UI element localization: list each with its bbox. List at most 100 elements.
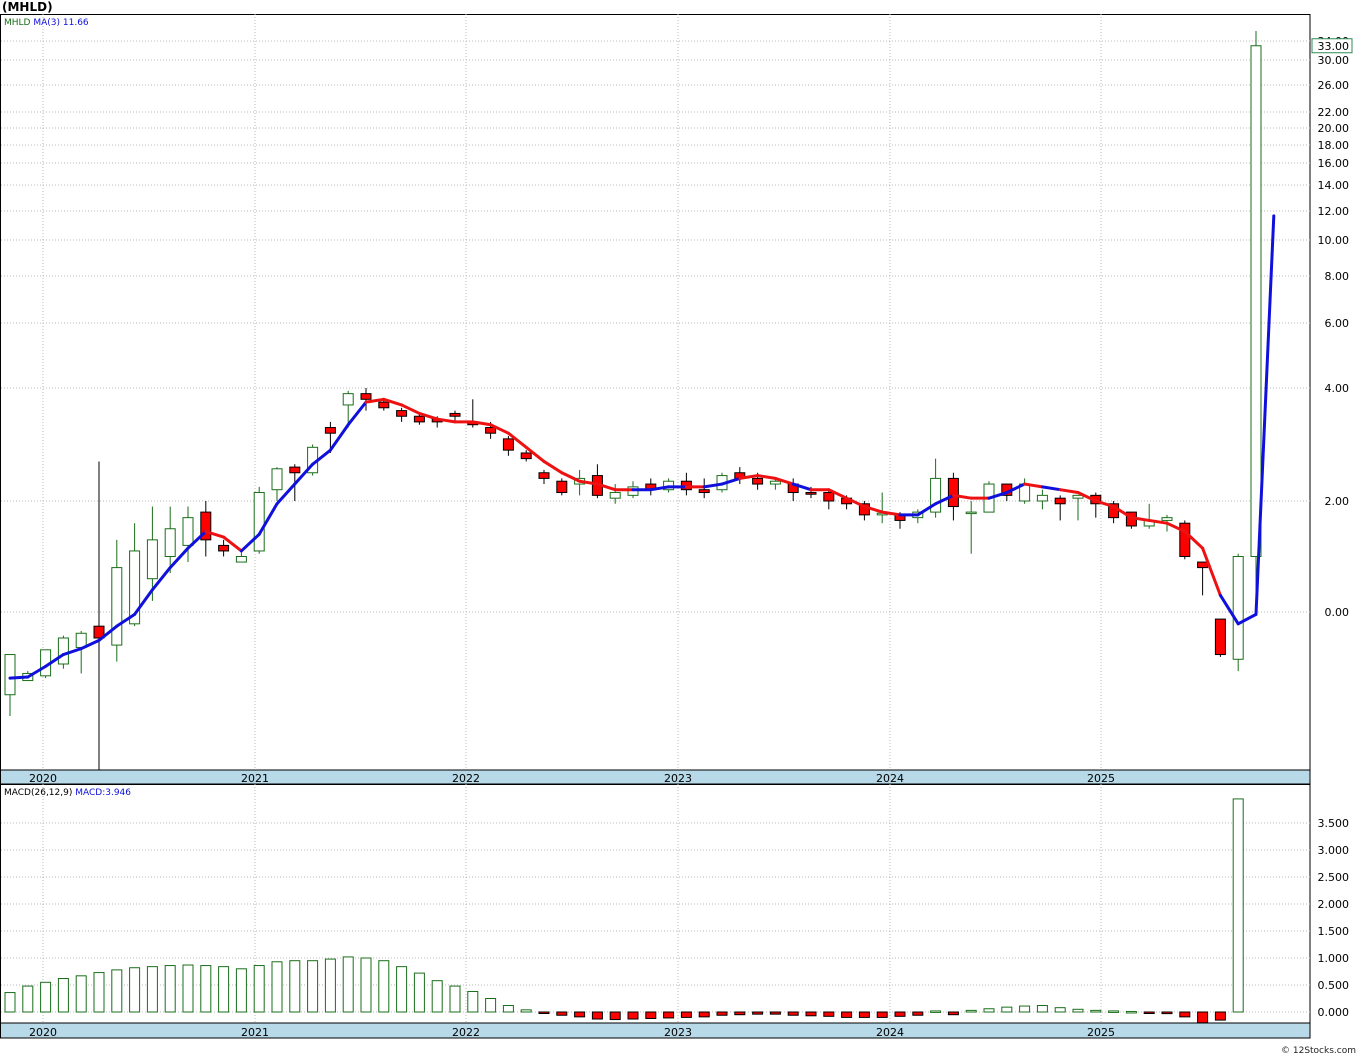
macd-bar: [218, 966, 230, 1013]
macd-bar: [1179, 1011, 1191, 1018]
macd-tick-label: 3.500: [1318, 817, 1350, 830]
macd-bar: [947, 1011, 959, 1016]
macd-bar: [591, 1011, 603, 1020]
macd-bar: [538, 1011, 550, 1014]
macd-bar: [823, 1011, 835, 1017]
candle-body: [396, 410, 408, 417]
macd-bar: [1072, 1008, 1084, 1013]
candle-body: [609, 492, 621, 499]
macd-bar: [716, 1011, 728, 1016]
macd-panel: 3.500 3.000 2.500 2.000 1.500 1.000 0.500 0.000…: [0, 784, 1350, 1039]
ma-segment: [8, 675, 30, 680]
candle-body: [57, 637, 69, 665]
price-tick-label: 4.00: [1325, 382, 1350, 395]
macd-bar: [627, 1011, 639, 1020]
macd-bar: [253, 965, 265, 1013]
macd-bar: [235, 968, 247, 1013]
candle-body: [1214, 618, 1226, 656]
macd-bar: [22, 985, 34, 1013]
candle-body: [805, 492, 817, 495]
macd-bar: [663, 1011, 675, 1019]
price-tick-label: 2.00: [1325, 495, 1350, 508]
macd-bar: [609, 1011, 621, 1021]
macd-bar: [1054, 1007, 1066, 1013]
macd-bar: [467, 990, 479, 1013]
price-tick-label: 8.00: [1325, 270, 1350, 283]
candle-body: [271, 468, 283, 491]
year-tick-label: 2022: [452, 772, 480, 785]
macd-bar: [57, 978, 69, 1013]
price-tick-label: 20.00: [1318, 122, 1350, 135]
macd-tick-label: 3.000: [1318, 844, 1350, 857]
candle-body: [698, 489, 710, 494]
macd-bar: [75, 975, 87, 1013]
macd-bar: [324, 958, 336, 1013]
macd-bar: [342, 956, 354, 1013]
candle-body: [1036, 494, 1048, 502]
year-tick-label: 2023: [664, 1026, 692, 1039]
price-tick-label: 6.00: [1325, 317, 1350, 330]
candle-body: [1250, 45, 1262, 557]
candle-body: [556, 480, 568, 494]
candle-body: [289, 466, 301, 474]
macd-bar: [413, 972, 425, 1013]
candle-body: [965, 511, 977, 515]
macd-bar: [1019, 1005, 1031, 1013]
macd-bar: [1108, 1010, 1120, 1013]
macd-bar: [556, 1011, 568, 1016]
candle-body: [538, 472, 550, 479]
price-tick-label: 26.00: [1318, 79, 1350, 92]
macd-bar: [146, 966, 158, 1013]
macd-bar: [378, 960, 390, 1013]
macd-tick-label: 1.000: [1318, 952, 1350, 965]
macd-bar: [40, 981, 52, 1013]
macd-bar: [431, 980, 443, 1013]
macd-bar: [858, 1011, 870, 1018]
macd-bar: [1036, 1005, 1048, 1013]
macd-bar: [965, 1009, 977, 1013]
candle-body: [1054, 497, 1066, 505]
price-tick-label: 30.00: [1318, 54, 1350, 67]
year-tick-label: 2024: [876, 772, 904, 785]
macd-tick-label: 0.000: [1318, 1006, 1350, 1019]
macd-bar: [289, 960, 301, 1013]
macd-bar: [841, 1011, 853, 1018]
price-tick-label: 10.00: [1318, 234, 1350, 247]
macd-bar: [752, 1011, 764, 1015]
macd-bar: [182, 964, 194, 1013]
stock-chart: 34.0030.0026.0022.0020.0018.0016.0014.00…: [0, 14, 1353, 1039]
macd-bar: [787, 1011, 799, 1016]
candle-body: [485, 427, 497, 434]
candle-body: [111, 567, 123, 646]
macd-legend: MACD(26,12,9) MACD:3.946: [4, 788, 131, 798]
macd-bar: [271, 961, 283, 1013]
candle-body: [1232, 556, 1244, 660]
macd-bar: [1125, 1010, 1137, 1014]
candle-body: [378, 401, 390, 409]
candle-body: [520, 452, 532, 460]
copyright-footer: © 12Stocks.com: [1281, 1046, 1356, 1056]
macd-bar: [449, 985, 461, 1013]
macd-bar: [485, 998, 497, 1013]
macd-bar: [93, 972, 105, 1013]
price-panel: 34.0030.0026.0022.0020.0018.0016.0014.00…: [0, 14, 1353, 785]
macd-bar: [645, 1011, 657, 1019]
macd-bar: [894, 1011, 906, 1017]
macd-bar: [1161, 1011, 1173, 1015]
macd-tick-label: 2.500: [1318, 871, 1350, 884]
year-tick-label: 2021: [241, 1026, 269, 1039]
macd-bar: [111, 969, 123, 1013]
macd-bar: [1001, 1006, 1013, 1013]
price-tick-label: 14.00: [1318, 179, 1350, 192]
macd-bar: [129, 967, 141, 1013]
macd-bar: [983, 1008, 995, 1013]
candle-body: [324, 427, 336, 434]
candle-body: [235, 556, 247, 563]
year-tick-label: 2022: [452, 1026, 480, 1039]
macd-bar: [1197, 1011, 1209, 1024]
candle-body: [146, 539, 158, 580]
candle-body: [4, 654, 16, 696]
price-tick-label: 16.00: [1318, 157, 1350, 170]
macd-bar: [930, 1010, 942, 1013]
macd-tick-label: 0.500: [1318, 979, 1350, 992]
